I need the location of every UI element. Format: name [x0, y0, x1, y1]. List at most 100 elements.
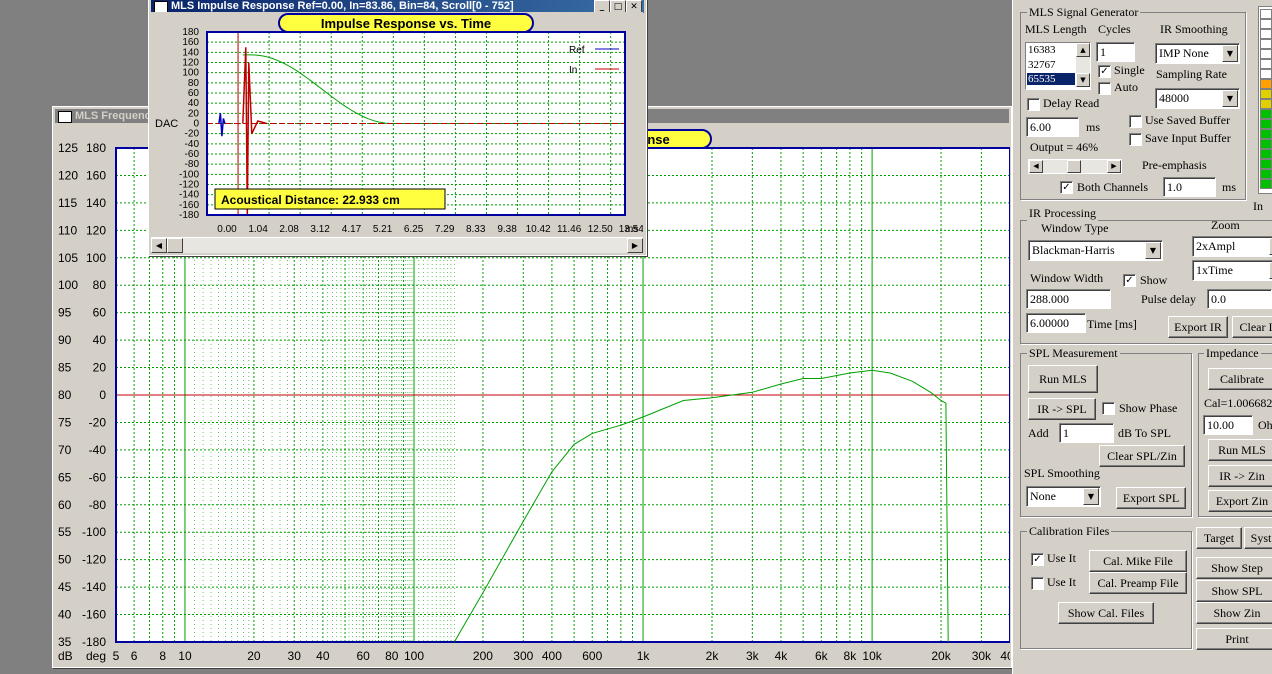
- add-db-input[interactable]: 1: [1059, 423, 1114, 443]
- cycles-input[interactable]: 1: [1096, 42, 1135, 62]
- sampling-rate-select[interactable]: 48000 ▼: [1155, 88, 1240, 109]
- show-zin-button[interactable]: Show Zin: [1196, 602, 1272, 624]
- delay-input[interactable]: 6.00: [1026, 117, 1079, 137]
- ir-window-title: MLS Impulse Response Ref=0.00, In=83.86,…: [171, 0, 514, 12]
- pulse-delay-input[interactable]: 0.0: [1207, 289, 1272, 309]
- chevron-down-icon[interactable]: ▼: [1145, 242, 1161, 259]
- y-tick-label-deg: 80: [93, 278, 107, 292]
- meter-segment: [1260, 159, 1272, 169]
- cal-preamp-file-button[interactable]: Cal. Preamp File: [1089, 572, 1187, 594]
- ir-x-tick-label: 1.04: [248, 224, 268, 235]
- y-tick-label-deg: 120: [86, 223, 106, 237]
- cal-mike-file-button[interactable]: Cal. Mike File: [1089, 550, 1187, 572]
- output-label: Output = 46%: [1030, 140, 1099, 154]
- y-tick-label-deg: 40: [93, 333, 107, 347]
- meter-segment: [1260, 19, 1272, 29]
- chevron-down-icon[interactable]: ▼: [1222, 90, 1238, 107]
- scroll-thumb[interactable]: [167, 238, 183, 253]
- y-tick-label-db: 35: [58, 635, 72, 649]
- chevron-down-icon[interactable]: ▼: [1083, 488, 1099, 505]
- run-mls-spl-button[interactable]: Run MLS: [1028, 365, 1098, 393]
- y-tick-label-db: 100: [58, 278, 78, 292]
- calibration-value: Cal=1.006682: [1204, 396, 1272, 410]
- export-zin-button[interactable]: Export Zin: [1208, 490, 1272, 512]
- calibrate-button[interactable]: Calibrate: [1208, 368, 1272, 390]
- zoom-time-select[interactable]: 1xTime ▼: [1192, 260, 1272, 281]
- single-label: Single: [1114, 63, 1145, 77]
- show-cal-files-button[interactable]: Show Cal. Files: [1058, 602, 1154, 624]
- meter-segment: [1260, 79, 1272, 89]
- slider-left-icon[interactable]: ◀: [1029, 160, 1043, 173]
- time-input[interactable]: 6.00000: [1026, 313, 1086, 333]
- run-mls-zin-button[interactable]: Run MLS: [1208, 439, 1272, 461]
- ir-smoothing-label: IR Smoothing: [1160, 22, 1228, 36]
- scroll-up-icon[interactable]: ▲: [1076, 43, 1090, 57]
- list-item-selected[interactable]: 65535: [1027, 73, 1075, 85]
- ir-to-spl-button[interactable]: IR -> SPL: [1028, 398, 1096, 420]
- impedance-title: Impedance: [1204, 346, 1261, 361]
- ir-horizontal-scrollbar[interactable]: ◀ ▶: [151, 237, 643, 253]
- delay-read-checkbox[interactable]: [1027, 98, 1040, 111]
- clear-spl-zin-button[interactable]: Clear SPL/Zin: [1099, 445, 1185, 467]
- delay-read-label: Delay Read: [1043, 96, 1100, 110]
- input-level-meter: [1258, 6, 1272, 194]
- y-tick-label-db: 50: [58, 553, 72, 567]
- mls-length-list[interactable]: 16383 32767 65535 ▲ ▼: [1025, 42, 1091, 90]
- window-width-input[interactable]: 288.000: [1026, 289, 1111, 309]
- y-tick-label-deg: -180: [82, 635, 106, 649]
- window-icon: [58, 111, 72, 123]
- export-ir-button[interactable]: Export IR: [1168, 316, 1228, 338]
- auto-label: Auto: [1114, 80, 1138, 94]
- window-type-value: Blackman-Harris: [1032, 243, 1115, 257]
- save-input-buffer-checkbox[interactable]: [1129, 133, 1142, 146]
- ir-smoothing-select[interactable]: IMP None ▼: [1155, 43, 1240, 64]
- show-spl-button[interactable]: Show SPL: [1196, 580, 1272, 602]
- ir-x-tick-label: 5.21: [373, 224, 393, 235]
- x-tick-label: 20: [247, 649, 261, 663]
- window-width-label: Window Width: [1030, 271, 1104, 285]
- ohm-input[interactable]: 10.00: [1203, 415, 1253, 435]
- show-window-checkbox[interactable]: ✓: [1123, 274, 1136, 287]
- auto-checkbox[interactable]: [1098, 82, 1111, 95]
- x-tick-label: 80: [385, 649, 399, 663]
- y-tick-label-db: 60: [58, 498, 72, 512]
- impulse-response-chart: RefIn180160140120100806040200-20-40-60-8…: [151, 12, 643, 238]
- single-checkbox[interactable]: ✓: [1098, 65, 1111, 78]
- system-button[interactable]: Syst: [1244, 527, 1272, 549]
- x-tick-label: 40: [316, 649, 330, 663]
- both-channels-checkbox[interactable]: ✓: [1060, 181, 1073, 194]
- slider-right-icon[interactable]: ▶: [1107, 160, 1121, 173]
- ir-to-zin-button[interactable]: IR -> Zin: [1208, 465, 1272, 487]
- ir-chart-title: Impulse Response vs. Time: [321, 16, 491, 31]
- use-preamp-cal-checkbox[interactable]: [1031, 577, 1044, 590]
- zoom-amplitude-select[interactable]: 2xAmpl ▼: [1192, 236, 1272, 257]
- target-button[interactable]: Target: [1196, 527, 1242, 549]
- use-mike-cal-checkbox[interactable]: ✓: [1031, 553, 1044, 566]
- scroll-down-icon[interactable]: ▼: [1076, 73, 1090, 87]
- x-tick-label: 10: [178, 649, 192, 663]
- slider-thumb[interactable]: [1067, 160, 1081, 173]
- pre-emphasis-input[interactable]: 1.0: [1163, 177, 1216, 197]
- output-slider[interactable]: ◀ ▶: [1028, 159, 1122, 174]
- ir-processing-title: IR Processing: [1027, 206, 1098, 221]
- use-saved-buffer-checkbox[interactable]: [1129, 115, 1142, 128]
- y-tick-label-db: 115: [58, 196, 77, 210]
- chevron-down-icon[interactable]: ▼: [1222, 45, 1238, 62]
- list-item[interactable]: 32767: [1028, 59, 1056, 71]
- x-tick-label: 30: [288, 649, 302, 663]
- scroll-right-icon[interactable]: ▶: [627, 238, 643, 253]
- show-phase-checkbox[interactable]: [1102, 402, 1115, 415]
- export-spl-button[interactable]: Export SPL: [1116, 487, 1186, 509]
- list-item[interactable]: 16383: [1028, 44, 1056, 56]
- ir-x-unit: ms: [625, 224, 638, 235]
- list-scrollbar[interactable]: ▲ ▼: [1076, 43, 1090, 87]
- y-tick-label-deg: -40: [89, 443, 107, 457]
- print-button[interactable]: Print: [1196, 628, 1272, 650]
- scroll-left-icon[interactable]: ◀: [151, 238, 167, 253]
- show-step-button[interactable]: Show Step: [1196, 557, 1272, 579]
- clear-ir-button[interactable]: Clear I: [1232, 316, 1272, 338]
- zoom-label: Zoom: [1211, 218, 1240, 232]
- y-tick-label-db: 45: [58, 580, 72, 594]
- spl-smoothing-select[interactable]: None ▼: [1026, 486, 1101, 507]
- window-type-select[interactable]: Blackman-Harris ▼: [1028, 240, 1163, 261]
